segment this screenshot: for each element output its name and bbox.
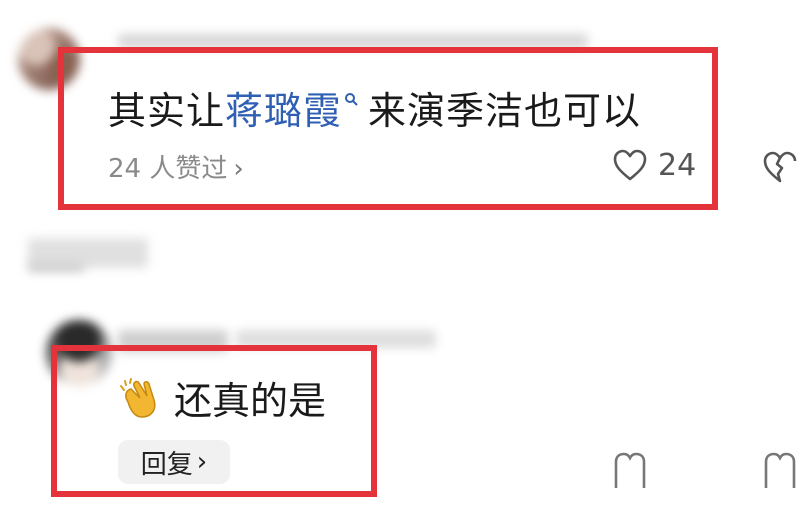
broken-heart-icon[interactable] <box>762 150 798 186</box>
reply-button[interactable]: 回复 › <box>118 440 230 484</box>
comment-text-after: 来演季洁也可以 <box>368 89 642 133</box>
username-blurred <box>118 34 588 48</box>
broken-heart-icon[interactable] <box>762 448 798 488</box>
reply-comment-text: 还真的是 <box>174 379 327 423</box>
like-count: 24 <box>658 148 697 183</box>
chevron-right-icon: › <box>196 447 208 477</box>
chevron-right-icon: › <box>233 154 244 184</box>
clapping-hands-icon <box>120 377 156 418</box>
heart-icon[interactable] <box>612 148 648 184</box>
mention-link[interactable]: 蒋璐霞 <box>225 89 342 133</box>
heart-icon[interactable] <box>612 448 648 488</box>
comment-text: 其实让蒋璐霞 来演季洁也可以 <box>108 80 641 135</box>
likes-summary-link[interactable]: 24 人赞过 › <box>108 148 244 185</box>
reply-button-label: 回复 <box>140 449 193 480</box>
search-icon[interactable] <box>344 92 358 106</box>
blurred-text <box>28 262 84 272</box>
reply-comment: 还真的是 <box>118 370 326 425</box>
comment-text-before: 其实让 <box>108 89 226 133</box>
likes-summary-text: 24 人赞过 <box>108 154 228 184</box>
